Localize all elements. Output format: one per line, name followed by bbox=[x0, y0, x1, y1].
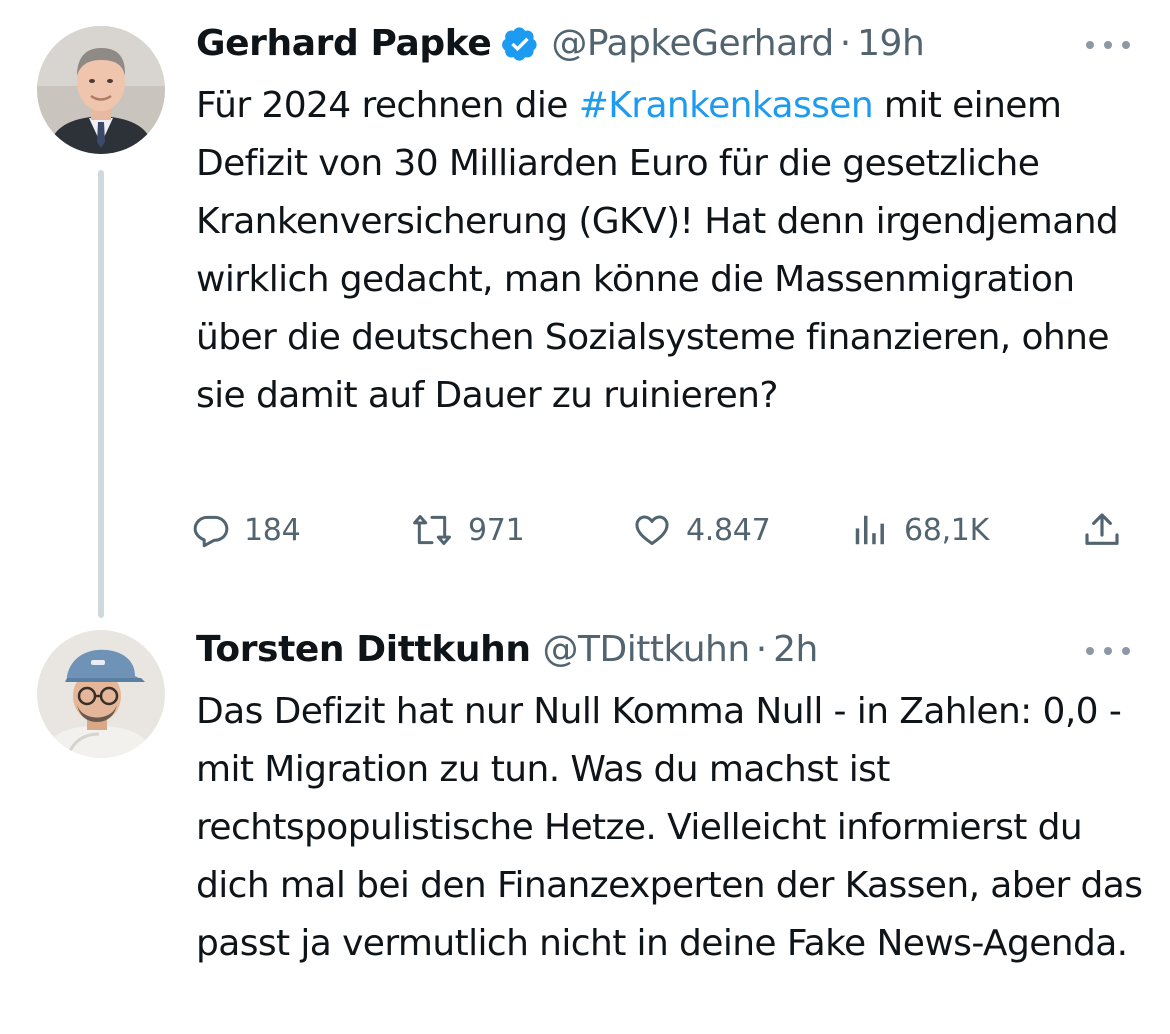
avatar-gerhard-papke[interactable] bbox=[37, 26, 165, 154]
header-separator: · bbox=[839, 23, 852, 64]
header-separator: · bbox=[755, 629, 768, 670]
hashtag-link[interactable]: #Krankenkassen bbox=[579, 85, 874, 126]
reply-button[interactable]: 184 bbox=[192, 500, 301, 560]
author-display-name[interactable]: Torsten Dittkuhn bbox=[196, 624, 531, 676]
avatar-image bbox=[37, 630, 165, 758]
views-bar-chart-icon bbox=[855, 515, 884, 545]
tweet-text: Das Defizit hat nur Null Komma Null - in… bbox=[196, 691, 1143, 964]
author-handle[interactable]: @PapkeGerhard bbox=[551, 18, 834, 70]
avatar-torsten-dittkuhn[interactable] bbox=[37, 630, 165, 758]
tweet-reply[interactable]: Torsten Dittkuhn @TDittkuhn · 2h Das Def… bbox=[0, 620, 1170, 1034]
tweet-text-rest: mit einem Defizit von 30 Milliarden Euro… bbox=[196, 85, 1119, 416]
tweet-timestamp[interactable]: 2h bbox=[773, 624, 818, 676]
verified-badge-icon bbox=[501, 25, 539, 63]
tweet-text: Für 2024 rechnen die #Krankenkassen mit … bbox=[196, 77, 1146, 425]
like-button[interactable]: 4.847 bbox=[632, 500, 771, 560]
tweet-timestamp[interactable]: 19h bbox=[857, 18, 925, 70]
tweet-header: Torsten Dittkuhn @TDittkuhn · 2h bbox=[196, 624, 1140, 676]
tweet-text-start: Für 2024 rechnen die bbox=[196, 85, 579, 126]
like-count: 4.847 bbox=[686, 512, 771, 548]
retweet-button[interactable]: 971 bbox=[410, 500, 525, 560]
author-display-name[interactable]: Gerhard Papke bbox=[196, 18, 492, 70]
share-button[interactable] bbox=[1082, 500, 1122, 560]
retweet-icon bbox=[413, 515, 451, 545]
views-count: 68,1K bbox=[904, 512, 989, 548]
views-button[interactable]: 68,1K bbox=[850, 500, 989, 560]
reply-count: 184 bbox=[244, 512, 301, 548]
retweet-count: 971 bbox=[468, 512, 525, 548]
more-options-icon[interactable] bbox=[1086, 644, 1130, 658]
heart-icon bbox=[635, 515, 669, 545]
reply-icon bbox=[193, 515, 229, 548]
more-options-icon[interactable] bbox=[1086, 38, 1130, 52]
tweet-main[interactable]: Gerhard Papke @PapkeGerhard · 19h Für 20… bbox=[0, 0, 1170, 620]
share-icon bbox=[1085, 513, 1119, 545]
avatar-image bbox=[37, 26, 165, 154]
tweet-action-bar: 184 971 4.847 68,1K bbox=[192, 500, 1142, 560]
author-handle[interactable]: @TDittkuhn bbox=[543, 624, 751, 676]
thread-connector-line bbox=[98, 170, 104, 618]
tweet-header: Gerhard Papke @PapkeGerhard · 19h bbox=[196, 18, 1140, 70]
conversation-thread: Gerhard Papke @PapkeGerhard · 19h Für 20… bbox=[0, 0, 1170, 1034]
